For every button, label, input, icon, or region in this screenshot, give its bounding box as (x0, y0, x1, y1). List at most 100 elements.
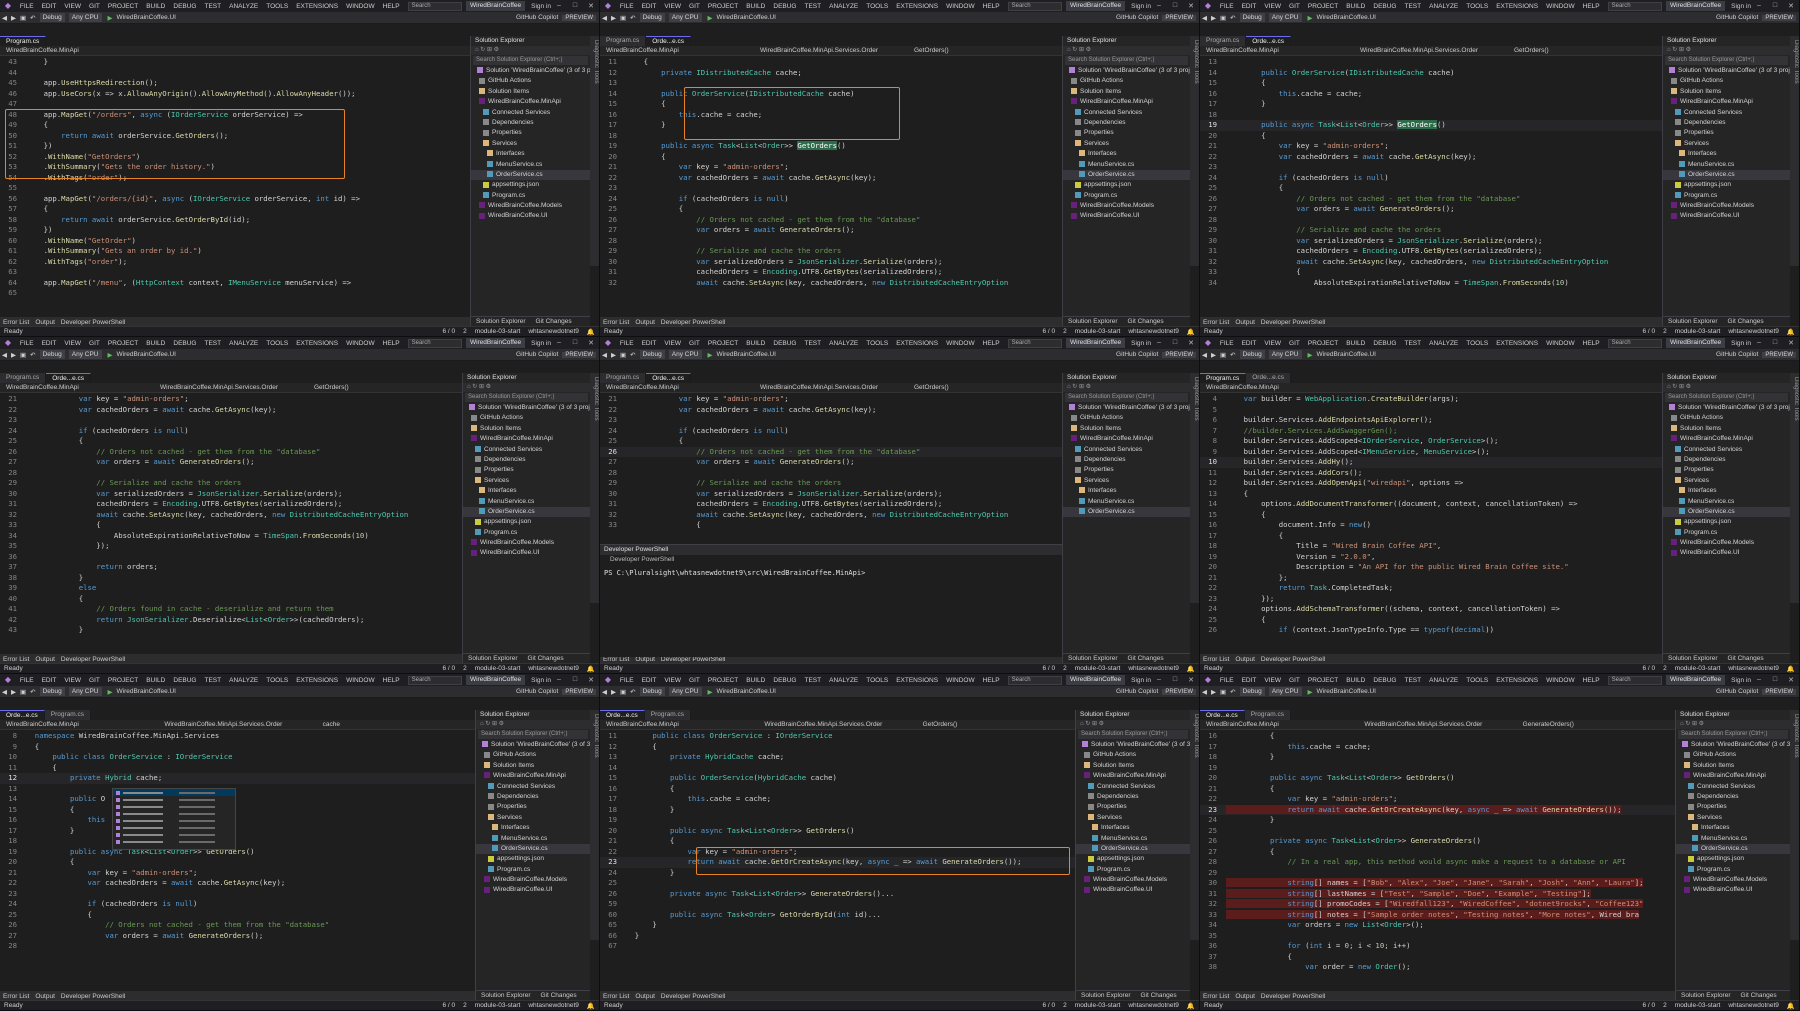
code-line[interactable]: 15 { (1200, 78, 1662, 89)
code-line[interactable]: 54 .WithTags("order"); (0, 173, 470, 184)
diagnostic-tools-tab[interactable]: Diagnostic Tools (1790, 373, 1799, 603)
git-changes-tab[interactable]: Git Changes (1723, 654, 1769, 663)
type-dropdown[interactable]: WiredBrainCoffee.MinApi.Services.Order (1358, 721, 1516, 728)
pending-changes[interactable]: 2 (459, 328, 471, 335)
solution-tree-item[interactable]: WiredBrainCoffee.Models (476, 875, 590, 885)
pending-changes[interactable]: 2 (1059, 328, 1071, 335)
menu-item-debug[interactable]: DEBUG (169, 340, 200, 347)
menu-item-build[interactable]: BUILD (1342, 340, 1369, 347)
search-box[interactable]: Search (1007, 1, 1062, 11)
output-tab[interactable]: Output (32, 319, 58, 326)
undo-icon[interactable]: ↶ (1230, 351, 1235, 359)
code-line[interactable]: 59 (600, 899, 1075, 910)
solution-tree-item[interactable]: Interfaces (471, 149, 590, 159)
solution-tree-item[interactable]: WiredBrainCoffee.UI (1076, 885, 1190, 895)
member-dropdown[interactable]: GetOrders() (908, 47, 1062, 54)
menu-item-tools[interactable]: TOOLS (1462, 3, 1492, 10)
repo-name[interactable]: whtasnewdotnet9 (1724, 665, 1783, 672)
code-line[interactable]: 21 var key = "admin-orders"; (600, 162, 1062, 173)
code-editor[interactable]: 43 } 44 45 app.UseHttpsRedirection(); 46 ap… (0, 57, 470, 317)
startup-project-dropdown[interactable]: WiredBrainCoffee.UI (717, 688, 777, 695)
search-box[interactable]: Search (407, 1, 462, 11)
solution-tree-item[interactable]: OrderService.cs (471, 169, 590, 181)
platform-dropdown[interactable]: Any CPU (68, 350, 102, 359)
document-tab[interactable]: Program.cs (600, 373, 647, 383)
code-editor[interactable]: 4 var builder = WebApplication.CreateBui… (1200, 394, 1662, 654)
close-icon[interactable]: ✕ (1183, 676, 1199, 684)
code-line[interactable]: 26 // Orders not cached - get them from … (600, 446, 1062, 457)
solution-tree-item[interactable]: Interfaces (1663, 149, 1790, 159)
intellisense-item[interactable] (113, 810, 235, 817)
code-line[interactable]: 33 { (1200, 267, 1662, 278)
solution-tree-item[interactable]: Program.cs (463, 528, 590, 538)
save-icon[interactable]: ▣ (20, 688, 26, 696)
github-copilot-button[interactable]: GitHub Copilot (1716, 14, 1758, 21)
code-line[interactable]: 31 cachedOrders = Encoding.UTF8.GetBytes… (1200, 246, 1662, 257)
notification-icon[interactable]: 🔔 (1783, 665, 1799, 673)
code-line[interactable]: 15 { (600, 99, 1062, 110)
branch-name[interactable]: module-03-start (1671, 665, 1725, 672)
code-line[interactable]: 61 .WithSummary("Gets an order by id.") (0, 246, 470, 257)
code-line[interactable]: 33 { (0, 520, 462, 531)
code-line[interactable]: 45 app.UseHttpsRedirection(); (0, 78, 470, 89)
configuration-dropdown[interactable]: Debug (1239, 13, 1265, 22)
menu-item-build[interactable]: BUILD (142, 677, 169, 684)
code-line[interactable]: 20 Description = "An API for the public … (1200, 562, 1662, 573)
code-line[interactable]: 34 var orders = new List<Order>(); (1200, 920, 1675, 931)
error-count[interactable]: 6 / 0 (1039, 665, 1060, 672)
sign-in-link[interactable]: Sign in (1131, 340, 1151, 347)
menu-item-project[interactable]: PROJECT (1304, 340, 1342, 347)
code-line[interactable]: 49 { (0, 120, 470, 131)
github-copilot-button[interactable]: GitHub Copilot (1716, 351, 1758, 358)
solution-tree-item[interactable]: Solution 'WiredBrainCoffee' (3 of 3 proj… (1063, 66, 1190, 76)
output-tab[interactable]: Output (1232, 993, 1258, 1000)
git-changes-tab[interactable]: Git Changes (536, 991, 582, 1000)
menu-item-window[interactable]: WINDOW (1542, 340, 1579, 347)
menu-item-file[interactable]: FILE (616, 3, 638, 10)
solution-tree-item[interactable]: WiredBrainCoffee.MinApi (1663, 97, 1790, 107)
menu-item-file[interactable]: FILE (1216, 340, 1238, 347)
code-line[interactable]: 36 (0, 552, 462, 563)
solution-tree-item[interactable]: WiredBrainCoffee.MinApi (1076, 771, 1190, 781)
git-changes-tab[interactable]: Git Changes (523, 654, 569, 663)
branch-name[interactable]: module-03-start (471, 328, 525, 335)
menu-item-build[interactable]: BUILD (742, 3, 769, 10)
sign-in-link[interactable]: Sign in (1131, 677, 1151, 684)
menu-item-window[interactable]: WINDOW (1542, 3, 1579, 10)
solution-search-input[interactable]: Search Solution Explorer (Ctrl+;) (1678, 730, 1788, 739)
solution-tree-item[interactable]: OrderService.cs (1676, 843, 1790, 855)
code-line[interactable]: 16 { (1200, 731, 1675, 742)
minimize-icon[interactable]: – (551, 2, 567, 10)
code-line[interactable]: 37 { (1200, 952, 1675, 963)
code-line[interactable]: 25 { (0, 436, 462, 447)
github-copilot-button[interactable]: GitHub Copilot (1716, 688, 1758, 695)
code-editor[interactable]: 8 namespace WiredBrainCoffee.MinApi.Serv… (0, 731, 475, 991)
code-line[interactable]: 19 public async Task<List<Order>> GetOrd… (600, 141, 1062, 152)
solution-tree-item[interactable]: Solution Items (1663, 87, 1790, 97)
code-line[interactable]: 24 if (cachedOrders is null) (0, 899, 475, 910)
code-line[interactable]: 24 } (600, 868, 1075, 879)
notification-icon[interactable]: 🔔 (583, 1002, 599, 1010)
menu-item-file[interactable]: FILE (1216, 677, 1238, 684)
intellisense-item[interactable] (113, 824, 235, 831)
code-line[interactable]: 22 var cachedOrders = await cache.GetAsy… (600, 405, 1062, 416)
project-dropdown[interactable]: WiredBrainCoffee.MinApi (1200, 721, 1358, 728)
member-dropdown[interactable]: cache (317, 721, 475, 728)
developer-powershell-tab[interactable]: Developer PowerShell (58, 993, 128, 1000)
github-copilot-button[interactable]: GitHub Copilot (516, 14, 558, 21)
menu-item-edit[interactable]: EDIT (1238, 3, 1261, 10)
solution-tree-item[interactable]: Interfaces (476, 823, 590, 833)
code-line[interactable]: 24 if (cachedOrders is null) (600, 194, 1062, 205)
menu-item-test[interactable]: TEST (201, 340, 226, 347)
start-debug-icon[interactable]: ▶ (108, 688, 113, 696)
menu-item-help[interactable]: HELP (979, 3, 1004, 10)
undo-icon[interactable]: ↶ (30, 14, 35, 22)
solution-tree-item[interactable]: OrderService.cs (1063, 506, 1190, 518)
search-box[interactable]: Search (407, 338, 462, 348)
solution-tree-item[interactable]: GitHub Actions (1063, 413, 1190, 423)
code-line[interactable]: 21 var key = "admin-orders"; (600, 394, 1062, 405)
solution-tree-item[interactable]: Connected Services (1663, 445, 1790, 455)
menu-item-test[interactable]: TEST (801, 677, 826, 684)
solution-tree-item[interactable]: appsettings.json (1676, 854, 1790, 864)
code-line[interactable]: 8 namespace WiredBrainCoffee.MinApi.Serv… (0, 731, 475, 742)
